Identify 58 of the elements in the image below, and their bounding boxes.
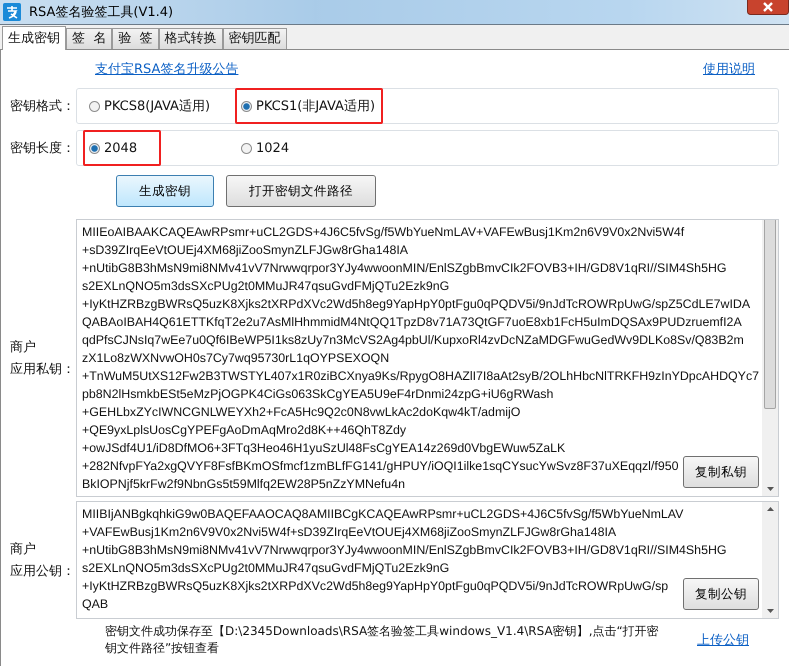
public-key-textarea[interactable]	[76, 501, 779, 619]
close-icon[interactable]	[747, 0, 789, 15]
copy-public-key-button[interactable]: 复制公钥	[683, 578, 759, 610]
key-text-line: +nUtibG8B3hMsN9mi8NMv41vV7Nrwwqrpor3YJy4wwoonMIN/EnlSZgbBmvCIk2FOVB3+IH/GD8V1qRI//SIM4Sh5HG	[82, 542, 727, 559]
tab[interactable]: 密钥匹配	[222, 28, 287, 49]
tab[interactable]: 生成密钥	[2, 26, 66, 50]
radio-label: 2048	[104, 140, 138, 156]
key-text-line: +sD39ZIrqEeVtOUEj4XM68jiZooSmynZLFJGw8rGha148IA	[82, 242, 408, 259]
key-text-line: +owJSdf4U1/iD8DfMO6+3FTq3Heo46H1yuSzUl48FsCgYEA14z269d0VbgEWuw5ZaLK	[82, 440, 566, 457]
radio-label: 1024	[256, 140, 290, 156]
radio-button[interactable]	[241, 142, 252, 154]
public-key-label: 应用公钥：	[10, 563, 76, 580]
scroll-down-icon[interactable]	[766, 609, 774, 613]
key-text-line: +nUtibG8B3hMsN9mi8NMv41vV7Nrwwqrpor3YJy4wwoonMIN/EnlSZgbBmvCIk2FOVB3+IH/GD8V1qRI//SIM4Sh5HG	[82, 260, 727, 277]
key-text-line: +VAFEwBusj1Km2n6V9V0x2Nvi5W4f+sD39ZIrqEeVtOUEj4XM68jiZooSmynZLFJGw8rGha148IA	[82, 524, 616, 541]
radio-label: PKCS8(JAVA适用)	[104, 98, 210, 115]
public-key-label: 商户	[10, 541, 37, 558]
tab[interactable]: 格式转换	[158, 28, 223, 49]
window-title: RSA签名验签工具(V1.4)	[29, 4, 174, 21]
radio-button[interactable]	[89, 100, 100, 112]
tab[interactable]: 签 名	[66, 28, 112, 49]
generate-button[interactable]: 生成密钥	[116, 175, 214, 207]
status-message: 密钥文件成功保存至【D:\2345Downloads\RSA签名验签工具windows_V1.4\RSA密钥】,点击“打开密钥文件路径”按钮查看	[105, 623, 660, 657]
key-text-line: +282NfvpFYa2xgQVYF8FsfBKmOSfmcf1zmBLfFG141/gHPUY/iOQI1ilke1sqCYsucYwSvz8F37uXEqqzl/f950	[82, 458, 678, 475]
private-key-label: 应用私钥：	[10, 361, 76, 378]
key-text-line: MIIBIjANBgkqhkiG9w0BAQEFAAOCAQ8AMIIBCgKCAQEAwRPsmr+uCL2GDS+4J6C5fvSg/f5WbYueNmLAV	[82, 506, 684, 523]
scrollbar[interactable]	[762, 220, 778, 496]
key-text-line: +QE9yxLplsUosCgYPEFgAoDmAqMro2d8K++46QhT8Zdy	[82, 422, 406, 439]
app-logo-icon	[3, 3, 21, 21]
radio-button[interactable]	[241, 100, 252, 112]
key-text-line: +GEHLbxZYcIWNCGNLWEYXh2+FcA5Hc9Q2c0N8vwLkAc2doKqw4kT/admijO	[82, 404, 520, 421]
key-text-line: +TnWuM5UtXS12Fw2B3TWSTYL407x1R0ziBCXnya9Ks/RpygO8HAZlI7I8aAt2syB/2OLhHbcNlTRKFH9zInYDpcAHDQYc7	[82, 368, 760, 385]
key-format-label: 密钥格式：	[10, 98, 76, 115]
key-text-line: pb8N2lHsmkbESt5eMzPjOGPK4CiGs063SkCgYEA5U9eF4rDnmi24zpG+iU6gRWash	[82, 386, 554, 403]
scrollbar[interactable]	[762, 502, 778, 618]
open-folder-button[interactable]: 打开密钥文件路径	[226, 175, 376, 207]
key-text-line: s2EXLnQNO5m3dsSXcPUg2t0MMuJR47qsuGvdFMjQTu2Ezk9nG	[82, 278, 450, 295]
key-text-line: QABAoIBAH4Q61ETTKfqT2e2u7AsMlHhmmidM4NtQQ1TpzD8v71A73QtGF7uoE8xb1FcH5uImDQSAx9PUDzruemfI2A	[82, 314, 742, 331]
key-text-line: BkIOPNjf5krFw2f9NbnGs5t59Mlfq2EW28P5nZzYMNefu4n	[82, 476, 405, 493]
private-key-label: 商户	[10, 339, 37, 356]
key-text-line: +IyKtHZRBzgBWRsQ5uzK8Xjks2tXRPdXVc2Wd5h8eg9YapHpY0ptFgu0qPQDV5i/9nJdTcROWRpUwG/sp	[82, 578, 668, 595]
key-text-line: qdPfsCJNsIq7wEe7u0Qf6IBeWP5I1ks8zUy7n3McVS2Ag4pbUl/KupxoRl4zvDcNZaMDGFwuGedWv9DLKo8Sv/Q83B2m	[82, 332, 744, 349]
private-key-textarea[interactable]	[76, 219, 779, 497]
key-text-line: QAB	[82, 596, 108, 613]
radio-button[interactable]	[89, 142, 100, 154]
upload-public-key-link[interactable]: 上传公钥	[697, 631, 749, 649]
notice-link[interactable]: 支付宝RSA签名升级公告	[95, 60, 238, 82]
key-text-line: s2EXLnQNO5m3dsSXcPUg2t0MMuJR47qsuGvdFMjQTu2Ezk9nG	[82, 560, 450, 577]
help-link[interactable]: 使用说明	[703, 60, 755, 82]
scroll-down-icon[interactable]	[766, 487, 774, 491]
tab[interactable]: 验 签	[112, 28, 159, 49]
key-text-line: MIIEoAIBAAKCAQEAwRPsmr+uCL2GDS+4J6C5fvSg/f5WbYueNmLAV+VAFEwBusj1Km2n6V9V0x2Nvi5W4f	[82, 224, 684, 241]
key-length-label: 密钥长度：	[10, 140, 76, 157]
copy-private-key-button[interactable]: 复制私钥	[683, 456, 759, 488]
key-text-line: zX1Lo8zWXNvwOH0s7Cy7wq95730rL1qOYPSEXOQN	[82, 350, 390, 367]
key-text-line: +IyKtHZRBzgBWRsQ5uzK8Xjks2tXRPdXVc2Wd5h8eg9YapHpY0ptFgu0qPQDV5i/9nJdTcROWRpUwG/spZ5CdLE7wIDA	[82, 296, 750, 313]
scroll-up-icon[interactable]	[766, 507, 774, 511]
radio-label: PKCS1(非JAVA适用)	[256, 98, 376, 115]
